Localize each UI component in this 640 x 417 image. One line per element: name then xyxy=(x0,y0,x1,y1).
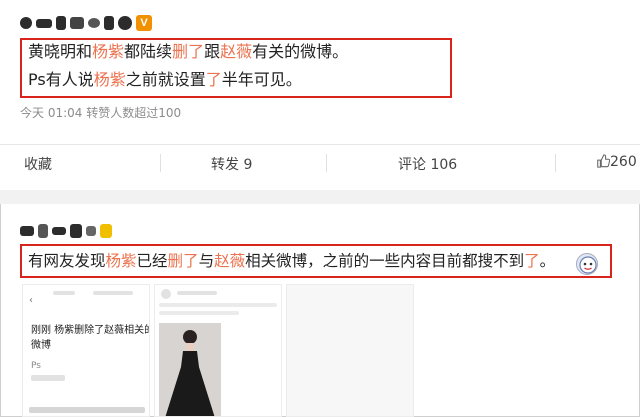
post1-line2-segment: Ps有人说 xyxy=(28,70,94,89)
post2-line-segment: 杨紫 xyxy=(105,252,137,270)
post2-line-segment: 已经 xyxy=(136,252,168,270)
post1-line2-segment: 了 xyxy=(205,70,222,89)
weibo-post-1: V 黄晓明和杨紫都陆续删了跟赵薇有关的微博。 Ps有人说杨紫之前就设置了半年可见… xyxy=(0,0,640,190)
post2-line-segment: 了 xyxy=(524,252,540,270)
collect-button[interactable]: 收藏 xyxy=(24,154,52,174)
post2-line-segment: 相关微博，之前的一些内容目前都搜不到 xyxy=(245,252,525,270)
action-bar: 收藏 转发 9 评论 106 260 xyxy=(0,145,640,181)
post2-line-segment: 删了 xyxy=(167,252,199,270)
post1-line1-segment: 黄晓明和 xyxy=(28,42,93,61)
post-separator xyxy=(0,190,640,204)
post2-line-segment: 。 xyxy=(539,252,556,270)
post1-text-line2: Ps有人说杨紫之前就设置了半年可见。 xyxy=(28,70,302,90)
thumb1-title2: 微博 xyxy=(31,340,51,351)
post1-line1-segment: 有关的微博。 xyxy=(252,42,349,61)
author-name-redacted[interactable]: V xyxy=(20,12,152,34)
post1-line1-segment: 跟 xyxy=(204,42,221,61)
post2-text: 有网友发现杨紫已经删了与赵薇相关微博，之前的一些内容目前都搜不到了。 xyxy=(28,251,555,271)
comment-button[interactable]: 评论 106 xyxy=(398,154,457,174)
verified-badge-icon: V xyxy=(136,15,152,31)
post2-line-segment: 有网友发现 xyxy=(28,252,106,270)
post1-line2-segment: 杨紫 xyxy=(93,70,126,89)
repost-button[interactable]: 转发 9 xyxy=(211,154,252,174)
post2-line-segment: 赵薇 xyxy=(214,252,246,270)
post1-line1-segment: 赵薇 xyxy=(220,42,253,61)
like-button[interactable]: 260 xyxy=(596,154,637,170)
author2-name-redacted[interactable] xyxy=(20,220,112,242)
post1-text-line1: 黄晓明和杨紫都陆续删了跟赵薇有关的微博。 xyxy=(28,42,348,62)
back-arrow-icon: ‹ xyxy=(29,295,33,306)
emoji-avatar-icon xyxy=(576,253,598,275)
image-thumbnail-3[interactable] xyxy=(286,284,414,417)
post1-line2-segment: 半年可见。 xyxy=(221,70,302,89)
thumbs-up-icon xyxy=(597,154,611,168)
post1-line1-segment: 都陆续 xyxy=(124,42,173,61)
post1-line1-segment: 删了 xyxy=(172,42,205,61)
post2-line-segment: 与 xyxy=(198,252,215,270)
image-thumbnail-2[interactable] xyxy=(154,284,282,417)
post-timestamp: 今天 01:04 转赞人数超过100 xyxy=(20,106,182,120)
post1-line1-segment: 杨紫 xyxy=(92,42,125,61)
thumb1-small: Ps xyxy=(31,361,41,371)
photo-woman-black-dress xyxy=(159,323,221,416)
thumb1-title: 刚刚 杨紫删除了赵薇相关的所有 xyxy=(31,325,149,336)
image-thumbnail-1[interactable]: ‹ 刚刚 杨紫删除了赵薇相关的所有 微博 Ps xyxy=(22,284,150,417)
weibo-post-2: 有网友发现杨紫已经删了与赵薇相关微博，之前的一些内容目前都搜不到了。 ‹ 刚刚 … xyxy=(0,204,640,417)
like-count: 260 xyxy=(610,154,637,170)
post1-line2-segment: 之前就设置 xyxy=(125,70,206,89)
